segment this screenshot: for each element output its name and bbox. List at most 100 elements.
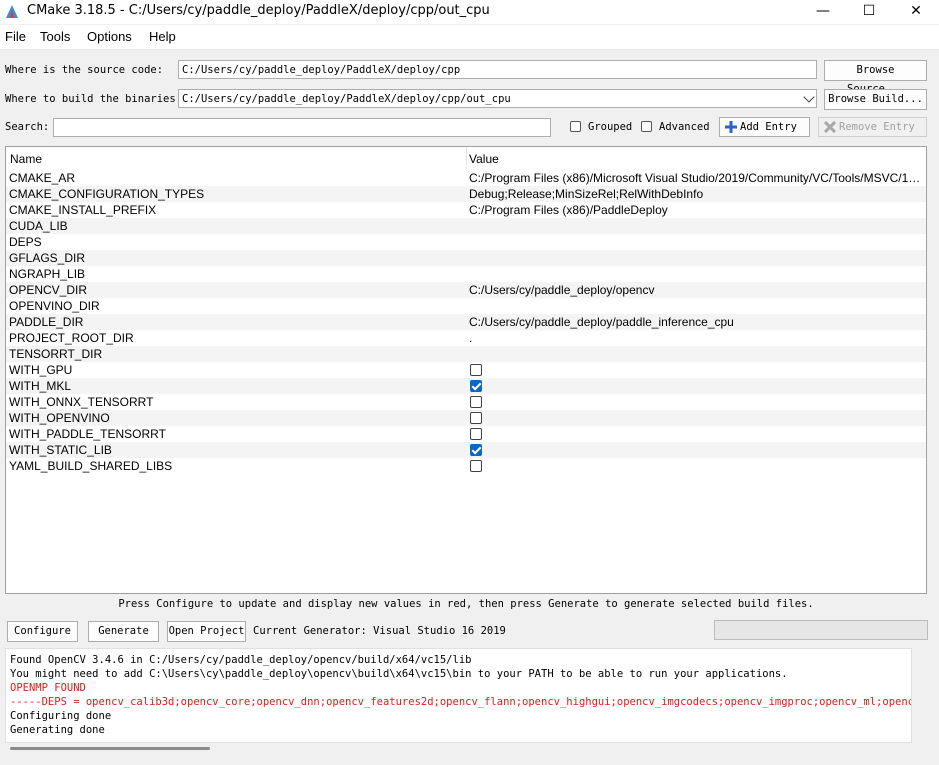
cache-entry-name: GFLAGS_DIR <box>9 251 86 265</box>
cache-entry-name: WITH_ONNX_TENSORRT <box>9 395 154 409</box>
table-row[interactable]: DEPS <box>6 234 926 250</box>
browse-source-button[interactable]: Browse Source... <box>824 60 927 95</box>
browse-build-button[interactable]: Browse Build... <box>824 89 927 110</box>
table-row[interactable]: CUDA_LIB <box>6 218 926 234</box>
cache-entry-name: CMAKE_CONFIGURATION_TYPES <box>9 187 205 201</box>
header-separator <box>466 147 467 169</box>
cmake-logo-icon <box>6 5 18 18</box>
title-bar: CMake 3.18.5 - C:/Users/cy/paddle_deploy… <box>0 0 939 24</box>
log-line: -----DEPS = opencv_calib3d;opencv_core;o… <box>10 696 912 708</box>
cache-entry-checkbox[interactable] <box>470 444 482 456</box>
progress-bar <box>714 620 928 640</box>
cache-entry-name: WITH_STATIC_LIB <box>9 443 112 457</box>
cache-entry-checkbox[interactable] <box>470 460 482 472</box>
minimize-button[interactable]: — <box>800 0 846 24</box>
table-row[interactable]: CMAKE_INSTALL_PREFIX C:/Program Files (x8… <box>6 202 926 218</box>
cache-entry-checkbox[interactable] <box>470 396 482 408</box>
generate-button[interactable]: Generate <box>88 621 159 642</box>
build-path-combo[interactable]: C:/Users/cy/paddle_deploy/PaddleX/deploy… <box>178 89 817 108</box>
advanced-checkbox[interactable] <box>641 121 652 132</box>
cache-entry-name: DEPS <box>9 235 42 249</box>
cache-entry-value[interactable]: . <box>469 331 925 345</box>
source-label: Where is the source code: <box>5 64 164 76</box>
configure-button[interactable]: Configure <box>7 621 78 642</box>
table-row[interactable]: NGRAPH_LIB <box>6 266 926 282</box>
cache-table[interactable]: Name Value CMAKE_AR C:/Program Files (x86… <box>5 146 927 594</box>
cache-entry-value[interactable]: C:/Users/cy/paddle_deploy/opencv <box>469 283 925 297</box>
table-row[interactable]: WITH_GPU <box>6 362 926 378</box>
cache-entry-value[interactable]: C:/Users/cy/paddle_deploy/paddle_inferen… <box>469 315 925 329</box>
cache-entry-value[interactable]: C:/Program Files (x86)/PaddleDeploy <box>469 203 925 217</box>
table-row[interactable]: GFLAGS_DIR <box>6 250 926 266</box>
header-value[interactable]: Value <box>469 152 499 166</box>
cache-entry-checkbox[interactable] <box>470 412 482 424</box>
remove-entry-button[interactable]: Remove Entry <box>818 117 927 137</box>
cache-entry-name: PADDLE_DIR <box>9 315 84 329</box>
cache-entry-name: PROJECT_ROOT_DIR <box>9 331 134 345</box>
table-row[interactable]: WITH_STATIC_LIB <box>6 442 926 458</box>
table-row[interactable]: PADDLE_DIR C:/Users/cy/paddle_deploy/padd… <box>6 314 926 330</box>
chevron-down-icon[interactable] <box>803 91 815 103</box>
configure-hint: Press Configure to update and display ne… <box>118 598 814 610</box>
source-path-field[interactable]: C:/Users/cy/paddle_deploy/PaddleX/deploy… <box>178 60 817 79</box>
cache-entry-name: TENSORRT_DIR <box>9 347 103 361</box>
cache-entry-checkbox[interactable] <box>470 428 482 440</box>
table-row[interactable]: CMAKE_AR C:/Program Files (x86)/Microsoft… <box>6 170 926 186</box>
log-line: Generating done <box>10 724 105 736</box>
header-name[interactable]: Name <box>10 152 42 166</box>
cache-entry-name: CMAKE_AR <box>9 171 76 185</box>
cache-entry-name: WITH_GPU <box>9 363 73 377</box>
log-line: OPENMP FOUND <box>10 682 86 694</box>
menu-bar: File Tools Options Help <box>0 25 939 50</box>
cache-entry-checkbox[interactable] <box>470 364 482 376</box>
cache-entry-name: CUDA_LIB <box>9 219 68 233</box>
cache-entry-checkbox[interactable] <box>470 380 482 392</box>
menu-tools[interactable]: Tools <box>40 29 70 44</box>
cache-entry-value[interactable]: C:/Program Files (x86)/Microsoft Visual … <box>469 171 925 185</box>
cache-entry-value[interactable]: Debug;Release;MinSizeRel;RelWithDebInfo <box>469 187 925 201</box>
open-project-button[interactable]: Open Project <box>167 621 246 642</box>
menu-options[interactable]: Options <box>87 29 132 44</box>
current-generator: Current Generator: Visual Studio 16 2019 <box>253 625 506 637</box>
remove-entry-label: Remove Entry <box>839 121 915 133</box>
log-line: Configuring done <box>10 710 112 722</box>
menu-help[interactable]: Help <box>149 29 176 44</box>
table-row[interactable]: WITH_MKL <box>6 378 926 394</box>
build-label: Where to build the binaries: <box>5 93 183 105</box>
menu-file[interactable]: File <box>5 29 26 44</box>
cache-entry-name: OPENCV_DIR <box>9 283 88 297</box>
cache-entry-name: YAML_BUILD_SHARED_LIBS <box>9 459 173 473</box>
add-entry-button[interactable]: Add Entry <box>719 117 810 137</box>
table-row[interactable]: OPENCV_DIR C:/Users/cy/paddle_deploy/open… <box>6 282 926 298</box>
build-path-value: C:/Users/cy/paddle_deploy/PaddleX/deploy… <box>182 93 511 105</box>
advanced-label: Advanced <box>659 121 710 133</box>
search-input[interactable] <box>53 118 551 137</box>
table-row[interactable]: YAML_BUILD_SHARED_LIBS <box>6 458 926 474</box>
table-row[interactable]: TENSORRT_DIR <box>6 346 926 362</box>
output-log[interactable]: Found OpenCV 3.4.6 in C:/Users/cy/paddle… <box>5 648 912 743</box>
cache-entry-name: NGRAPH_LIB <box>9 267 86 281</box>
table-row[interactable]: OPENVINO_DIR <box>6 298 926 314</box>
remove-icon <box>823 120 837 134</box>
cache-entry-name: WITH_MKL <box>9 379 72 393</box>
grouped-checkbox[interactable] <box>570 121 581 132</box>
log-line: You might need to add C:\Users\cy\paddle… <box>10 668 788 680</box>
cache-entry-name: OPENVINO_DIR <box>9 299 100 313</box>
table-header: Name Value <box>6 147 926 169</box>
cache-entry-name: CMAKE_INSTALL_PREFIX <box>9 203 157 217</box>
table-row[interactable]: WITH_OPENVINO <box>6 410 926 426</box>
window-title: CMake 3.18.5 - C:/Users/cy/paddle_deploy… <box>27 3 490 18</box>
table-row[interactable]: WITH_ONNX_TENSORRT <box>6 394 926 410</box>
log-horizontal-scrollbar[interactable] <box>10 747 210 750</box>
cache-entry-name: WITH_PADDLE_TENSORRT <box>9 427 166 441</box>
cache-entry-name: WITH_OPENVINO <box>9 411 110 425</box>
log-line: Found OpenCV 3.4.6 in C:/Users/cy/paddle… <box>10 654 472 666</box>
table-row[interactable]: PROJECT_ROOT_DIR. <box>6 330 926 346</box>
maximize-button[interactable]: ☐ <box>846 0 892 24</box>
table-row[interactable]: CMAKE_CONFIGURATION_TYPES Debug;Release;M… <box>6 186 926 202</box>
search-label: Search: <box>5 121 50 133</box>
add-entry-label: Add Entry <box>740 121 797 133</box>
table-row[interactable]: WITH_PADDLE_TENSORRT <box>6 426 926 442</box>
plus-icon <box>725 121 737 133</box>
close-button[interactable]: ✕ <box>893 0 939 24</box>
